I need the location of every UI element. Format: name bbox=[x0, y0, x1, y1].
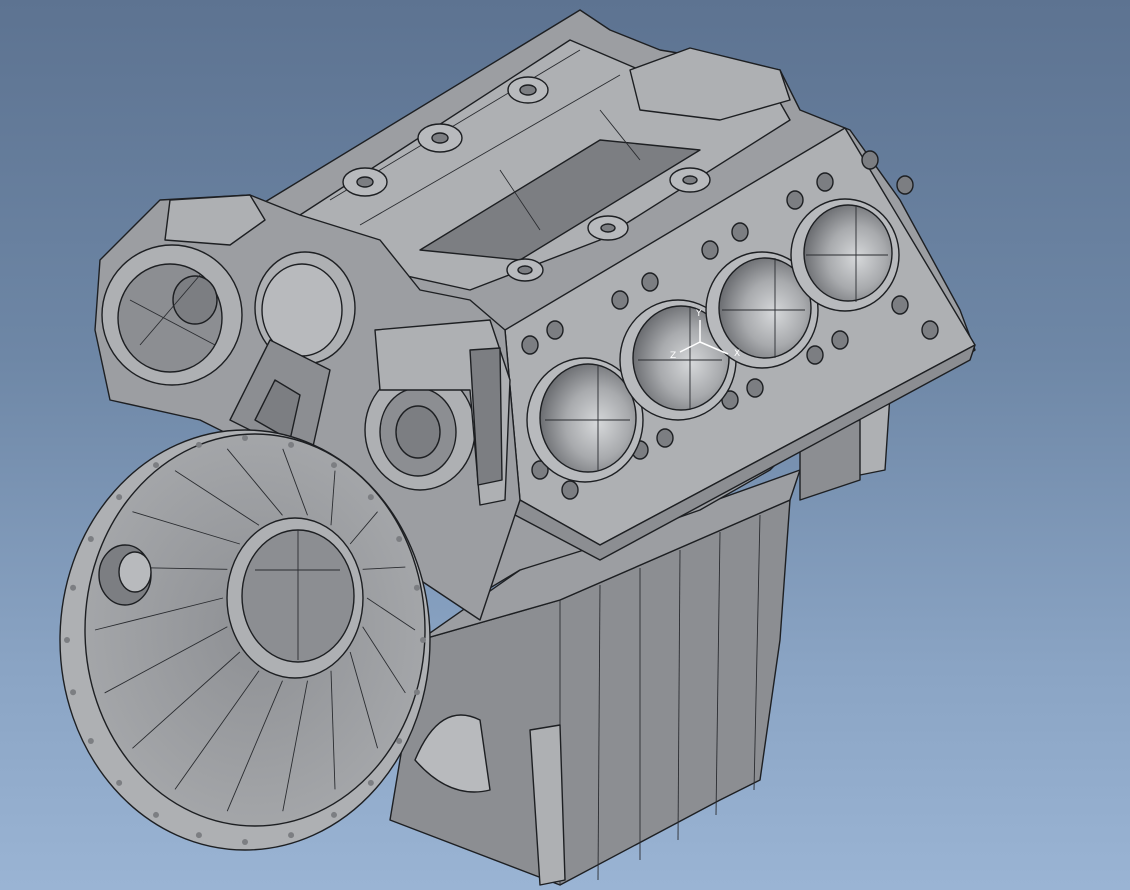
deck-bolt-hole bbox=[701, 240, 719, 260]
rim-bolt-hole bbox=[116, 779, 123, 786]
deck-bolt-hole bbox=[806, 345, 824, 365]
rim-bolt-hole bbox=[396, 536, 403, 542]
rim-bolt-hole bbox=[367, 779, 374, 786]
rim-bolt-hole bbox=[331, 462, 337, 469]
rim-bolt-hole bbox=[153, 811, 159, 818]
rim-bolt-hole bbox=[70, 584, 77, 591]
deck-bolt-hole bbox=[641, 272, 659, 292]
rim-bolt-hole bbox=[288, 832, 295, 839]
axis-x-label: X bbox=[734, 349, 740, 359]
rim-bolt-hole bbox=[413, 689, 420, 696]
axis-z-label: Z bbox=[670, 351, 676, 361]
deck-bolt-hole bbox=[831, 330, 849, 350]
deck-bolt-hole bbox=[731, 222, 749, 242]
engine-block-model[interactable]: X Y Z bbox=[0, 0, 1130, 890]
rim-bolt-hole bbox=[288, 441, 295, 448]
deck-bolt-hole bbox=[561, 480, 579, 500]
deck-bolt-hole bbox=[746, 378, 764, 398]
deck-bolt-hole bbox=[891, 295, 909, 315]
rim-bolt-hole bbox=[116, 494, 123, 501]
rim-bolt-hole bbox=[331, 811, 337, 818]
rim-bolt-hole bbox=[195, 441, 202, 448]
rim-bolt-hole bbox=[70, 689, 77, 696]
rim-bolt-hole bbox=[367, 494, 374, 501]
deck-bolt-hole bbox=[861, 150, 879, 170]
rim-bolt-hole bbox=[64, 637, 70, 643]
rim-bolt-hole bbox=[153, 462, 159, 469]
cad-viewport[interactable]: X Y Z bbox=[0, 0, 1130, 890]
rim-bolt-hole bbox=[413, 584, 420, 591]
deck-bolt-hole bbox=[786, 190, 804, 210]
rim-bolt-hole bbox=[396, 738, 403, 744]
rim-bolt-hole bbox=[242, 435, 248, 441]
deck-bolt-hole bbox=[921, 320, 939, 340]
rim-bolt-hole bbox=[87, 738, 94, 744]
deck-bolt-hole bbox=[896, 175, 914, 195]
rim-bolt-hole bbox=[242, 839, 248, 845]
cylinder-bore-4[interactable] bbox=[790, 198, 900, 312]
deck-bolt-hole bbox=[656, 428, 674, 448]
deck-bolt-hole bbox=[546, 320, 564, 340]
deck-bolt-hole bbox=[816, 172, 834, 192]
rim-bolt-hole bbox=[420, 637, 426, 643]
deck-bolt-hole bbox=[521, 335, 539, 355]
rim-bolt-hole bbox=[195, 832, 202, 839]
deck-bolt-hole bbox=[611, 290, 629, 310]
rim-bolt-hole bbox=[87, 536, 94, 542]
axis-y-label: Y bbox=[695, 309, 702, 319]
